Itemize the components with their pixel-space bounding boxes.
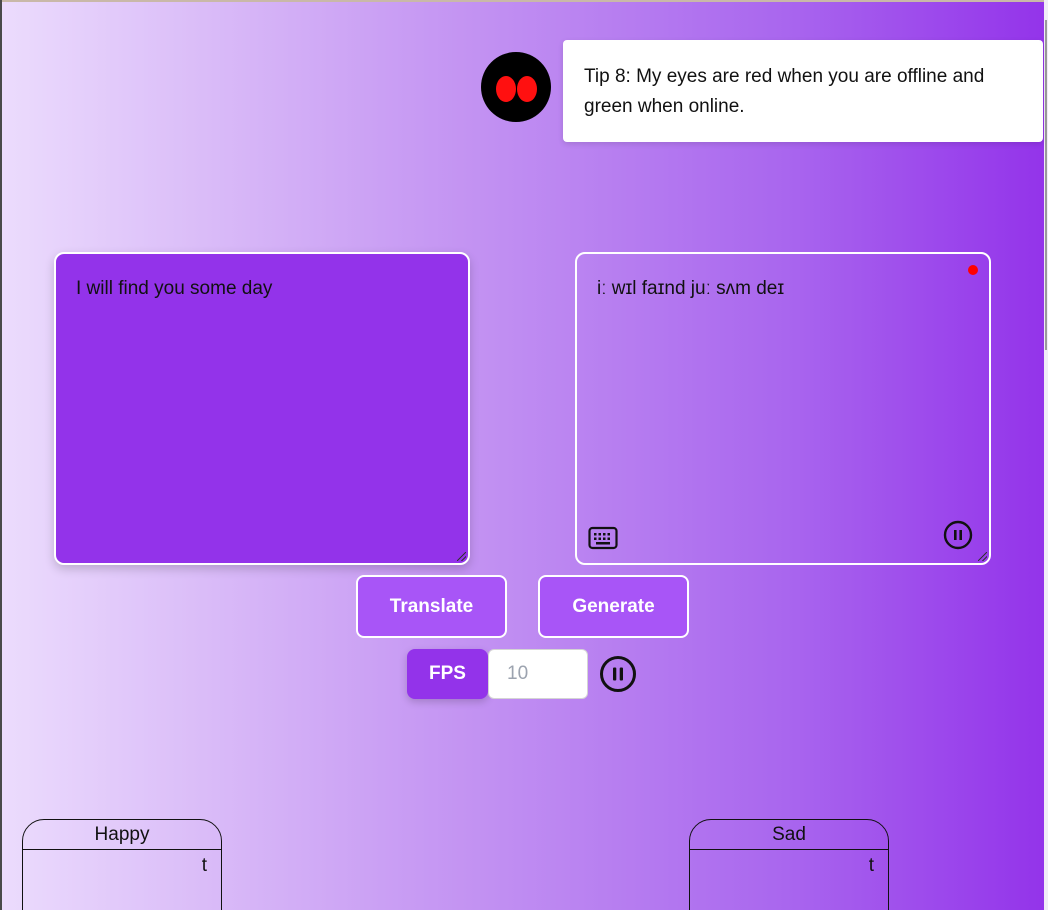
window-left-edge — [0, 0, 2, 910]
pause-icon[interactable] — [943, 520, 973, 550]
emotion-value: t — [201, 855, 207, 876]
scrollbar-thumb[interactable] — [1045, 20, 1047, 350]
fps-button[interactable]: FPS — [407, 649, 488, 699]
robot-left-eye — [496, 76, 516, 102]
emotion-title: Happy — [23, 820, 221, 850]
emotion-card-sad: Sad t — [689, 819, 889, 910]
tip-text: Tip 8: My eyes are red when you are offl… — [584, 66, 985, 117]
recording-indicator-dot — [968, 265, 978, 275]
tip-bubble: Tip 8: My eyes are red when you are offl… — [563, 40, 1043, 142]
input-text: I will find you some day — [76, 278, 273, 299]
emotion-card-happy: Happy t — [22, 819, 222, 910]
resize-handle-icon[interactable] — [457, 552, 466, 561]
fps-input[interactable] — [488, 649, 588, 699]
keyboard-icon[interactable] — [588, 526, 618, 550]
robot-avatar — [481, 52, 551, 122]
input-text-area[interactable]: I will find you some day — [54, 252, 470, 565]
emotion-title: Sad — [690, 820, 888, 850]
resize-handle-icon[interactable] — [978, 552, 987, 561]
emotion-value: t — [868, 855, 874, 876]
scrollbar[interactable] — [1044, 0, 1048, 910]
translate-button[interactable]: Translate — [356, 575, 507, 638]
generate-button[interactable]: Generate — [538, 575, 689, 638]
robot-right-eye — [517, 76, 537, 102]
pause-icon[interactable] — [599, 655, 637, 693]
output-ipa-text: iː wɪl faɪnd juː sʌm deɪ — [597, 278, 785, 299]
window-top-edge — [0, 0, 1048, 2]
output-text-area[interactable]: iː wɪl faɪnd juː sʌm deɪ — [575, 252, 991, 565]
